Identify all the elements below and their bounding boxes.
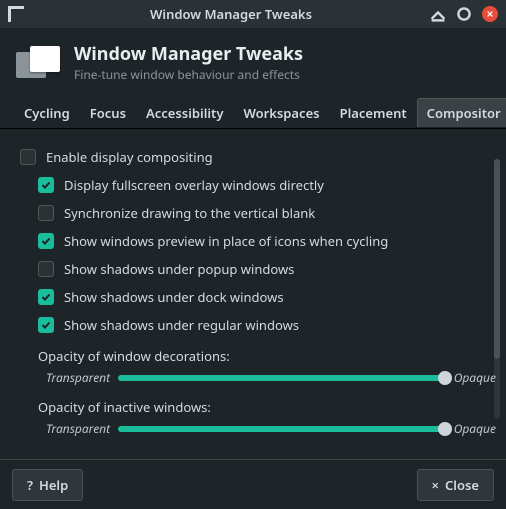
option-row: Display fullscreen overlay windows direc… — [20, 171, 496, 199]
slider-track[interactable] — [118, 375, 446, 381]
windows-icon — [16, 46, 60, 80]
option-label: Enable display compositing — [46, 148, 213, 166]
help-button[interactable]: ? Help — [12, 469, 83, 501]
scrollbar[interactable] — [494, 159, 500, 419]
tab-bar: Cycling Focus Accessibility Workspaces P… — [0, 97, 506, 129]
scrollbar-thumb[interactable] — [494, 159, 500, 359]
tab-panel-compositor: Enable display compositing Display fulls… — [0, 129, 506, 451]
window-controls — [430, 6, 498, 22]
help-icon: ? — [27, 476, 33, 494]
footer: ? Help × Close — [0, 459, 506, 509]
close-label: Close — [445, 476, 479, 494]
maximize-icon[interactable] — [456, 6, 472, 22]
option-label: Show shadows under dock windows — [64, 288, 284, 306]
checkbox-enable-compositing[interactable] — [20, 149, 36, 165]
checkbox-shadow-dock[interactable] — [38, 289, 54, 305]
option-row: Synchronize drawing to the vertical blan… — [20, 199, 496, 227]
option-label: Display fullscreen overlay windows direc… — [64, 176, 324, 194]
close-x-icon: × — [432, 476, 439, 494]
page-subtitle: Fine-tune window behaviour and effects — [74, 66, 303, 83]
slider-label-decorations: Opacity of window decorations: — [20, 339, 496, 367]
slider-track[interactable] — [118, 426, 446, 432]
slider-min-label: Transparent — [46, 420, 110, 437]
option-row: Show shadows under regular windows — [20, 311, 496, 339]
option-row: Show shadows under popup windows — [20, 255, 496, 283]
header: Window Manager Tweaks Fine-tune window b… — [0, 28, 506, 97]
option-label: Show shadows under regular windows — [64, 316, 299, 334]
help-label: Help — [39, 476, 68, 494]
option-enable-compositing: Enable display compositing — [20, 143, 496, 171]
minimize-icon[interactable] — [430, 6, 446, 22]
close-icon[interactable] — [482, 6, 498, 22]
tab-cycling[interactable]: Cycling — [14, 98, 80, 128]
option-label: Show shadows under popup windows — [64, 260, 294, 278]
window-title: Window Manager Tweaks — [32, 5, 430, 23]
slider-max-label: Opaque — [454, 369, 496, 386]
option-label: Synchronize drawing to the vertical blan… — [64, 204, 315, 222]
slider-thumb[interactable] — [438, 422, 452, 436]
tab-workspaces[interactable]: Workspaces — [233, 98, 329, 128]
checkbox-shadow-regular[interactable] — [38, 317, 54, 333]
checkbox-shadow-popup[interactable] — [38, 261, 54, 277]
checkbox-sync-vblank[interactable] — [38, 205, 54, 221]
option-row: Show windows preview in place of icons w… — [20, 227, 496, 255]
slider-decorations: Transparent Opaque — [20, 367, 496, 390]
title-bar: Window Manager Tweaks — [0, 0, 506, 28]
tab-focus[interactable]: Focus — [80, 98, 136, 128]
checkbox-preview-cycling[interactable] — [38, 233, 54, 249]
header-text: Window Manager Tweaks Fine-tune window b… — [74, 42, 303, 83]
option-label: Show windows preview in place of icons w… — [64, 232, 388, 250]
slider-min-label: Transparent — [46, 369, 110, 386]
slider-max-label: Opaque — [454, 420, 496, 437]
slider-thumb[interactable] — [438, 371, 452, 385]
slider-inactive: Transparent Opaque — [20, 418, 496, 441]
close-button[interactable]: × Close — [417, 469, 494, 501]
tab-compositor[interactable]: Compositor — [417, 98, 506, 127]
app-icon — [8, 6, 24, 22]
checkbox-fullscreen-overlay[interactable] — [38, 177, 54, 193]
option-row: Show shadows under dock windows — [20, 283, 496, 311]
tab-accessibility[interactable]: Accessibility — [136, 98, 233, 128]
tab-placement[interactable]: Placement — [330, 98, 417, 128]
page-title: Window Manager Tweaks — [74, 42, 303, 66]
slider-label-inactive: Opacity of inactive windows: — [20, 390, 496, 418]
